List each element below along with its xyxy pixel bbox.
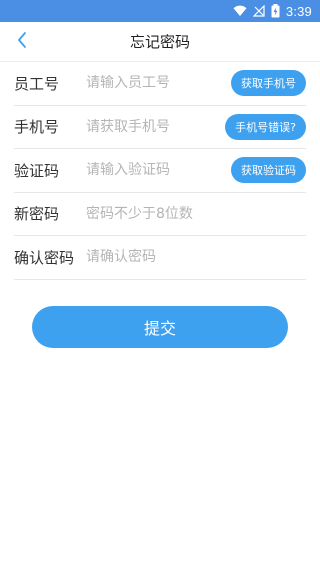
- status-bar: 3:39: [0, 0, 320, 22]
- wrong-phone-button[interactable]: 手机号错误?: [225, 113, 306, 140]
- phone-input[interactable]: [86, 112, 226, 141]
- confirm-password-label: 确认密码: [14, 248, 75, 267]
- confirm-password-row: 确认密码: [14, 236, 306, 280]
- wifi-icon: [233, 5, 247, 17]
- nav-bar: 忘记密码: [0, 22, 320, 62]
- forgot-password-form: 员工号 获取手机号 手机号 手机号错误? 验证码 获取验证码 新密码 确认密码: [14, 62, 306, 280]
- signal-icon: [252, 5, 265, 17]
- submit-button[interactable]: 提交: [32, 306, 288, 348]
- employee-id-label: 员工号: [14, 74, 60, 93]
- employee-id-row: 员工号 获取手机号: [14, 62, 306, 106]
- verification-code-input[interactable]: [86, 156, 231, 185]
- verification-code-label: 验证码: [14, 161, 60, 180]
- phone-row: 手机号 手机号错误?: [14, 106, 306, 149]
- employee-id-input[interactable]: [86, 69, 231, 98]
- status-time: 3:39: [285, 3, 312, 19]
- battery-charging-icon: [271, 4, 280, 18]
- get-code-button[interactable]: 获取验证码: [231, 157, 306, 184]
- new-password-input[interactable]: [86, 199, 306, 228]
- page-title: 忘记密码: [129, 33, 190, 51]
- verification-code-row: 验证码 获取验证码: [14, 149, 306, 193]
- new-password-row: 新密码: [14, 193, 306, 236]
- get-phone-button[interactable]: 获取手机号: [231, 70, 306, 97]
- phone-label: 手机号: [14, 118, 60, 137]
- new-password-label: 新密码: [14, 205, 60, 224]
- confirm-password-input[interactable]: [86, 243, 306, 272]
